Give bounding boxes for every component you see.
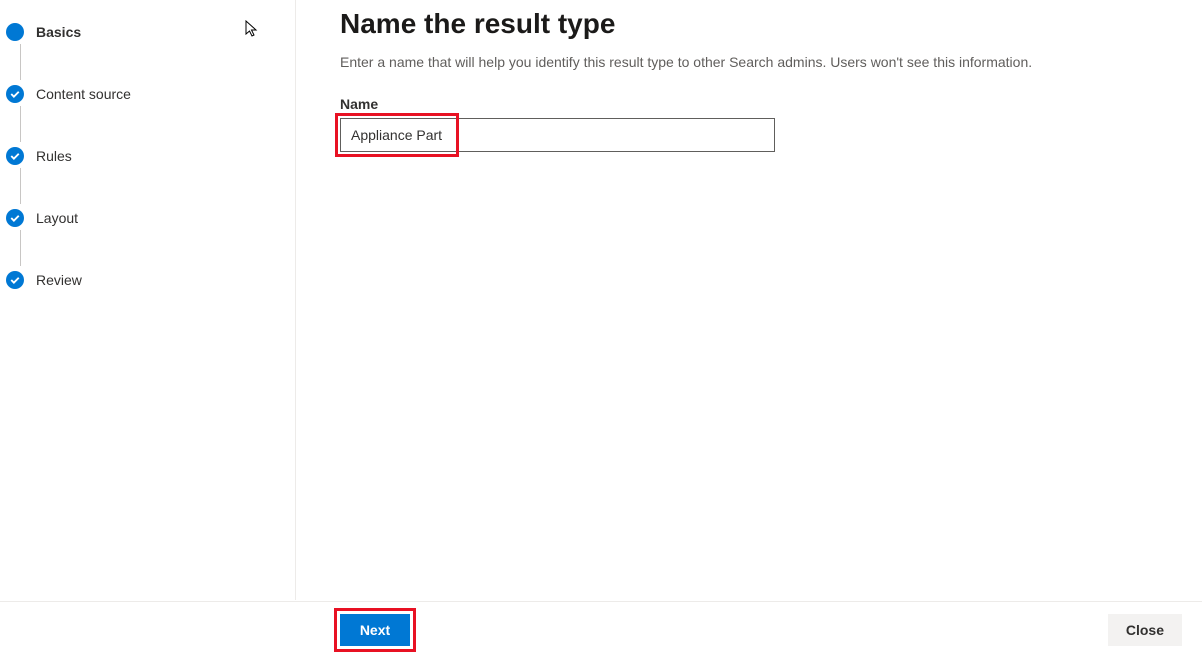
name-field-wrap [340,118,775,152]
checkmark-icon [6,271,24,289]
main-content: Name the result type Enter a name that w… [296,0,1202,600]
footer-left: Next [340,614,410,646]
wizard-footer: Next Close [0,601,1202,657]
step-label: Basics [36,24,81,40]
step-indicator-current-icon [6,23,24,41]
step-label: Review [36,272,82,288]
step-connector [20,230,21,266]
wizard-step-basics[interactable]: Basics [6,16,295,48]
wizard-step-layout[interactable]: Layout [6,202,295,234]
step-label: Rules [36,148,72,164]
next-button[interactable]: Next [340,614,410,646]
close-button[interactable]: Close [1108,614,1182,646]
page-subtitle: Enter a name that will help you identify… [340,54,1162,70]
checkmark-icon [6,85,24,103]
step-connector [20,44,21,80]
name-input[interactable] [340,118,775,152]
step-connector [20,168,21,204]
step-label: Content source [36,86,131,102]
wizard-step-review[interactable]: Review [6,264,295,296]
checkmark-icon [6,147,24,165]
name-field-label: Name [340,96,1162,112]
checkmark-icon [6,209,24,227]
page-title: Name the result type [340,8,1162,40]
wizard-step-rules[interactable]: Rules [6,140,295,172]
wizard-step-content-source[interactable]: Content source [6,78,295,110]
step-label: Layout [36,210,78,226]
wizard-steps-nav: Basics Content source Rules Layout [0,0,296,600]
step-connector [20,106,21,142]
